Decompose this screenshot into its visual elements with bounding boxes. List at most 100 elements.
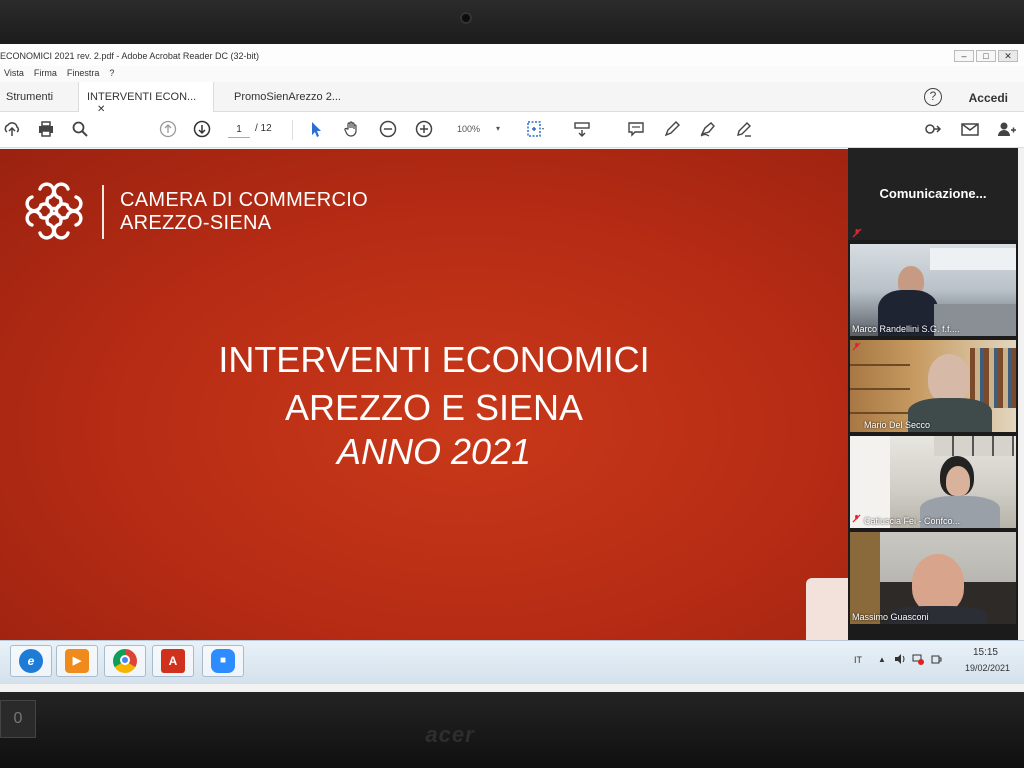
- add-user-icon[interactable]: [996, 120, 1016, 140]
- participant-tile[interactable]: Mario Del Secco: [850, 340, 1016, 432]
- active-speaker-tile[interactable]: Comunicazione...: [848, 148, 1018, 240]
- minimize-button[interactable]: –: [954, 50, 974, 62]
- muted-mic-icon: [852, 342, 861, 353]
- menu-item-vista[interactable]: Vista: [4, 68, 24, 82]
- slide-headline-2: AREZZO E SIENA: [284, 387, 584, 428]
- participant-tile[interactable]: Catiuscia Fei - Confco...: [850, 436, 1016, 528]
- tab-tools[interactable]: Strumenti: [0, 82, 61, 112]
- logo-divider: [102, 185, 104, 239]
- zoom-video-panel: Comunicazione... Marco Randellini S.G. f…: [848, 148, 1018, 674]
- page-number-input[interactable]: 1: [228, 122, 250, 138]
- previous-page-icon[interactable]: [158, 120, 178, 140]
- participant-name: Marco Randellini S.G. f.f....: [852, 324, 960, 334]
- help-icon[interactable]: ?: [924, 88, 942, 106]
- taskbar-chrome[interactable]: [104, 645, 146, 677]
- next-page-icon[interactable]: [192, 120, 212, 140]
- hand-tool-icon[interactable]: [342, 120, 362, 140]
- page-fit-icon[interactable]: [526, 120, 546, 140]
- accedi-button[interactable]: Accedi: [969, 91, 1008, 105]
- zoom-level[interactable]: 100%: [457, 124, 480, 134]
- zoom-out-icon[interactable]: [378, 120, 398, 140]
- participant-head: [946, 466, 970, 496]
- menu-item-firma[interactable]: Firma: [34, 68, 57, 82]
- acrobat-icon: A: [161, 649, 185, 673]
- tab-bar: Strumenti INTERVENTI ECON... ✕ PromoSien…: [0, 82, 1024, 115]
- participant-head: [912, 554, 964, 612]
- participant-name: Massimo Guasconi: [852, 612, 929, 622]
- participant-name: Mario Del Secco: [864, 420, 931, 430]
- bezel-sticker: 0: [0, 700, 36, 738]
- taskbar-zoom[interactable]: ■: [202, 645, 244, 677]
- acrobat-toolbar: 1 / 12 100% ▾: [0, 112, 1024, 148]
- clock-time[interactable]: 15:15: [973, 647, 998, 658]
- print-icon[interactable]: [36, 120, 56, 140]
- chrome-icon: [113, 649, 137, 673]
- maximize-button[interactable]: □: [976, 50, 996, 62]
- participant-tile[interactable]: Marco Randellini S.G. f.f....: [850, 244, 1016, 336]
- door-frame: [850, 532, 880, 624]
- webcam-icon: [460, 12, 472, 24]
- pdf-slide: CAMERA DI COMMERCIO AREZZO-SIENA INTERVE…: [0, 149, 848, 654]
- bookshelf-books: [970, 348, 1016, 408]
- network-warning-icon[interactable]: [912, 653, 924, 665]
- zoom-dropdown-icon[interactable]: ▾: [496, 124, 500, 133]
- menu-item-help[interactable]: ?: [109, 68, 114, 82]
- tab-promosienarezzo[interactable]: PromoSienArezzo 2...: [226, 82, 349, 112]
- taskbar-media-player[interactable]: ▶: [56, 645, 98, 677]
- show-hidden-icons-icon[interactable]: ▲: [878, 655, 886, 664]
- media-player-icon: ▶: [65, 649, 89, 673]
- zoom-in-icon[interactable]: [414, 120, 434, 140]
- taskbar-internet-explorer[interactable]: e: [10, 645, 52, 677]
- window-title: ECONOMICI 2021 rev. 2.pdf - Adobe Acroba…: [0, 51, 259, 61]
- window-titlebar: ECONOMICI 2021 rev. 2.pdf - Adobe Acroba…: [0, 44, 1024, 66]
- share-link-icon[interactable]: [924, 120, 944, 140]
- clock-date[interactable]: 19/02/2021: [965, 663, 1010, 673]
- comment-icon[interactable]: [626, 120, 646, 140]
- fill-sign-icon[interactable]: [734, 120, 754, 140]
- tab-interventi[interactable]: INTERVENTI ECON... ✕: [78, 82, 214, 115]
- menu-item-finestra[interactable]: Finestra: [67, 68, 100, 82]
- muted-mic-icon: [852, 228, 862, 238]
- bookshelf: [850, 412, 910, 414]
- volume-icon[interactable]: [894, 653, 906, 665]
- organization-line-2: AREZZO-SIENA: [120, 212, 272, 234]
- language-indicator[interactable]: IT: [854, 655, 862, 665]
- monitor-bezel-top: [0, 0, 1024, 44]
- search-icon[interactable]: [70, 120, 90, 140]
- screen: ECONOMICI 2021 rev. 2.pdf - Adobe Acroba…: [0, 44, 1024, 692]
- select-cursor-icon[interactable]: [306, 120, 326, 140]
- menu-bar: Vista Firma Finestra ?: [0, 66, 1024, 82]
- window-controls: – □ ✕: [954, 50, 1018, 62]
- windows-taskbar: e ▶ A ■ IT ▲ 15:15 19/02/2021: [0, 640, 1024, 684]
- camera-commercio-logo-icon: [22, 179, 86, 243]
- muted-mic-icon: [852, 514, 861, 525]
- tab-interventi-label: INTERVENTI ECON...: [87, 91, 197, 103]
- draw-icon[interactable]: [698, 120, 718, 140]
- close-window-button[interactable]: ✕: [998, 50, 1018, 62]
- monitor-bezel-bottom: acer: [0, 692, 1024, 768]
- toolbar-divider: [292, 120, 293, 140]
- page-total: / 12: [255, 123, 272, 134]
- chrome-center: [120, 655, 130, 665]
- taskbar-acrobat[interactable]: A: [152, 645, 194, 677]
- bookshelf: [850, 364, 910, 366]
- cloud-upload-icon[interactable]: [2, 120, 22, 140]
- wall-frames: [934, 436, 1014, 456]
- email-icon[interactable]: [960, 120, 980, 140]
- organization-line-1: CAMERA DI COMMERCIO: [120, 189, 368, 211]
- slide-headline-1: INTERVENTI ECONOMICI: [218, 339, 650, 380]
- tab-tools-label: Strumenti: [6, 91, 54, 103]
- ceiling-lights: [930, 248, 1016, 270]
- organization-name: CAMERA DI COMMERCIO AREZZO-SIENA: [120, 189, 368, 235]
- power-icon[interactable]: [930, 653, 942, 665]
- participant-name: Catiuscia Fei - Confco...: [864, 516, 961, 526]
- bookshelf: [850, 388, 910, 390]
- highlight-pen-icon[interactable]: [662, 120, 682, 140]
- system-tray: IT ▲ 15:15 19/02/2021: [848, 641, 1024, 685]
- acer-logo: acer: [425, 722, 475, 747]
- scroll-mode-icon[interactable]: [572, 120, 592, 140]
- zoom-icon: ■: [211, 649, 235, 673]
- participant-tile[interactable]: Massimo Guasconi: [850, 532, 1016, 624]
- participant-head: [928, 354, 970, 402]
- tab-promosienarezzo-label: PromoSienArezzo 2...: [234, 91, 341, 103]
